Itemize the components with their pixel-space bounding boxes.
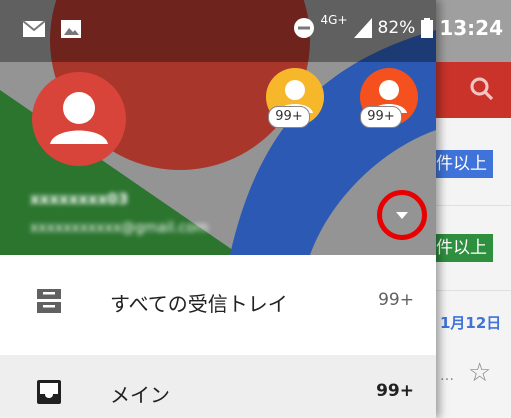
drawer-item-primary[interactable]: メイン 99+ (0, 355, 436, 418)
unread-badge: 99+ (360, 106, 402, 128)
drawer-item-all-inboxes[interactable]: すべての受信トレイ 99+ (0, 264, 436, 338)
inbox-icon (37, 380, 61, 404)
account-email: xxxxxxxxxxx@gmail.com (30, 220, 209, 236)
email-count-tag: 件以上 (430, 150, 493, 178)
drawer-item-label: すべての受信トレイ (110, 292, 288, 316)
battery-percentage: 82% (377, 18, 416, 38)
network-type: 4G+ (320, 13, 348, 27)
image-icon (61, 20, 81, 38)
star-icon[interactable]: ☆ (468, 358, 491, 388)
dnd-icon (293, 18, 314, 38)
battery-icon (421, 18, 434, 38)
account-switcher-toggle[interactable] (377, 190, 427, 240)
email-snippet: … (440, 368, 454, 384)
account-name: xxxxxxxx03 (30, 190, 129, 208)
signal-icon (353, 18, 372, 38)
divider (436, 205, 511, 206)
dropdown-arrow-icon (396, 212, 408, 219)
status-bar: 4G+ 82% 13:24 (0, 0, 511, 62)
avatar[interactable] (32, 72, 126, 166)
divider (436, 290, 511, 291)
navigation-drawer: 99+ 99+ xxxxxxxx03 xxxxxxxxxxx@gmail.com… (0, 0, 436, 418)
drawer-item-count: 99+ (376, 381, 414, 401)
person-icon (50, 92, 108, 144)
unread-badge: 99+ (268, 106, 310, 128)
drawer-item-count: 99+ (378, 290, 414, 310)
email-count-tag: 件以上 (430, 234, 493, 262)
email-date: 1月12日 (440, 314, 502, 332)
clock: 13:24 (439, 16, 503, 40)
drawer-item-label: メイン (110, 383, 170, 407)
mail-icon (22, 20, 46, 37)
search-icon[interactable] (467, 74, 497, 104)
all-inboxes-icon (37, 289, 61, 313)
